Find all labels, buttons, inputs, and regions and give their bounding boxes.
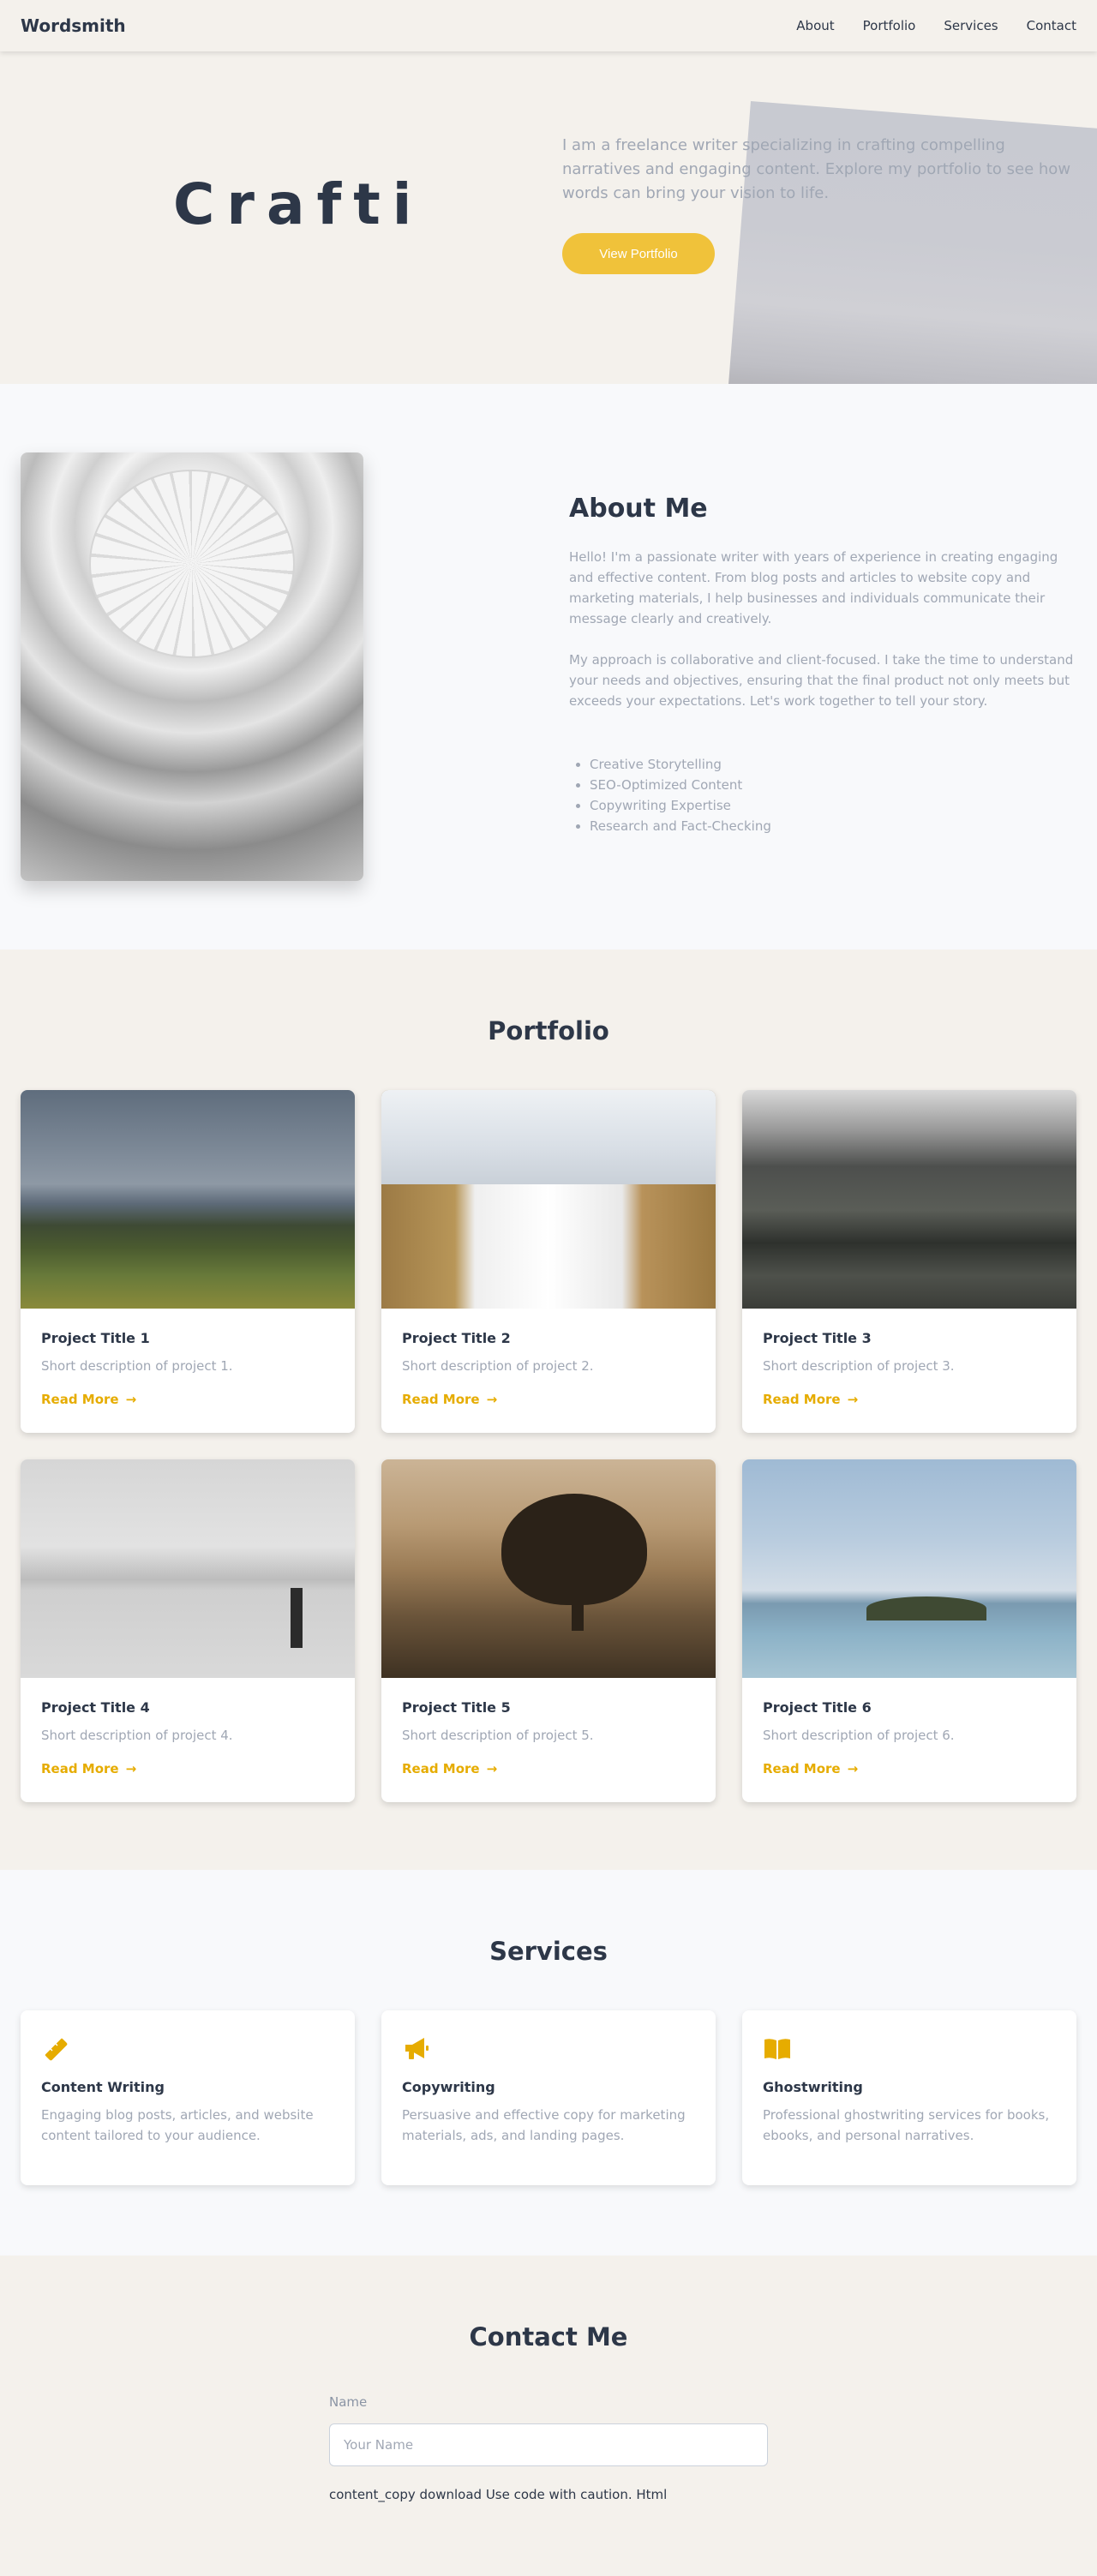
arrow-right-icon: →: [125, 1761, 137, 1776]
contact-title: Contact Me: [469, 2322, 628, 2351]
read-more-link[interactable]: Read More →: [402, 1761, 497, 1776]
top-navbar: Wordsmith About Portfolio Services Conta…: [0, 0, 1097, 51]
nav-link-contact[interactable]: Contact: [1027, 18, 1076, 33]
project-image: [381, 1459, 716, 1678]
read-more-label: Read More: [763, 1761, 841, 1776]
name-label: Name: [329, 2394, 368, 2410]
read-more-label: Read More: [41, 1761, 119, 1776]
project-description: Short description of project 6.: [763, 1728, 955, 1743]
list-item: Creative Storytelling: [590, 754, 771, 775]
read-more-link[interactable]: Read More →: [41, 1761, 136, 1776]
portfolio-card-6[interactable]: Project Title 6 Short description of pro…: [742, 1459, 1076, 1802]
hero-section: Crafti I am a freelance writer specializ…: [0, 51, 1097, 384]
hero-title: Crafti: [173, 171, 424, 237]
project-title: Project Title 6: [763, 1699, 872, 1716]
brand-logo[interactable]: Wordsmith: [21, 15, 126, 36]
megaphone-icon: [405, 2038, 429, 2059]
service-description: Persuasive and effective copy for market…: [402, 2107, 686, 2143]
read-more-link[interactable]: Read More →: [402, 1392, 497, 1407]
service-title: Ghostwriting: [763, 2079, 863, 2095]
read-more-label: Read More: [402, 1392, 480, 1407]
project-title: Project Title 2: [402, 1330, 511, 1346]
project-title: Project Title 5: [402, 1699, 511, 1716]
about-section: About Me Hello! I'm a passionate writer …: [0, 384, 1097, 950]
nav-links: About Portfolio Services Contact: [796, 18, 1076, 33]
arrow-right-icon: →: [847, 1392, 859, 1407]
project-title: Project Title 1: [41, 1330, 150, 1346]
arrow-right-icon: →: [486, 1392, 498, 1407]
service-title: Copywriting: [402, 2079, 495, 2095]
project-description: Short description of project 4.: [41, 1728, 233, 1743]
nav-link-services[interactable]: Services: [944, 18, 998, 33]
about-paragraph-2: My approach is collaborative and client-…: [569, 652, 1074, 709]
services-title: Services: [489, 1937, 608, 1966]
about-image: [21, 452, 363, 881]
code-caution-text: content_copy download Use code with caut…: [329, 2487, 668, 2502]
services-section: Services Content Writing Engaging blog p…: [0, 1870, 1097, 2255]
service-title: Content Writing: [41, 2079, 165, 2095]
nav-link-portfolio[interactable]: Portfolio: [863, 18, 916, 33]
project-description: Short description of project 3.: [763, 1358, 955, 1374]
contact-section: Contact Me Name content_copy download Us…: [0, 2255, 1097, 2576]
view-portfolio-button[interactable]: View Portfolio: [562, 233, 715, 274]
portfolio-card-2[interactable]: Project Title 2 Short description of pro…: [381, 1090, 716, 1433]
book-open-icon: [764, 2039, 790, 2059]
arrow-right-icon: →: [486, 1761, 498, 1776]
portfolio-section: Portfolio Project Title 1 Short descript…: [0, 950, 1097, 1870]
service-card-ghostwriting: Ghostwriting Professional ghostwriting s…: [742, 2010, 1076, 2185]
pencil-ruler-icon: [45, 2038, 68, 2061]
project-image: [742, 1090, 1076, 1309]
project-image: [742, 1459, 1076, 1678]
read-more-link[interactable]: Read More →: [763, 1392, 858, 1407]
about-title: About Me: [569, 494, 708, 524]
hero-text: I am a freelance writer specializing in …: [562, 136, 1071, 202]
project-title: Project Title 3: [763, 1330, 872, 1346]
project-image: [381, 1090, 716, 1309]
service-card-content-writing: Content Writing Engaging blog posts, art…: [21, 2010, 355, 2185]
about-skills-list: Creative Storytelling SEO-Optimized Cont…: [590, 754, 771, 836]
project-description: Short description of project 5.: [402, 1728, 594, 1743]
project-image: [21, 1090, 355, 1309]
service-description: Professional ghostwriting services for b…: [763, 2107, 1050, 2143]
read-more-label: Read More: [763, 1392, 841, 1407]
project-description: Short description of project 2.: [402, 1358, 594, 1374]
read-more-link[interactable]: Read More →: [763, 1761, 858, 1776]
name-input[interactable]: [329, 2423, 768, 2466]
arrow-right-icon: →: [125, 1392, 137, 1407]
service-card-copywriting: Copywriting Persuasive and effective cop…: [381, 2010, 716, 2185]
read-more-link[interactable]: Read More →: [41, 1392, 136, 1407]
portfolio-card-4[interactable]: Project Title 4 Short description of pro…: [21, 1459, 355, 1802]
project-title: Project Title 4: [41, 1699, 150, 1716]
portfolio-title: Portfolio: [488, 1016, 609, 1045]
project-image: [21, 1459, 355, 1678]
list-item: Copywriting Expertise: [590, 795, 771, 816]
list-item: SEO-Optimized Content: [590, 775, 771, 795]
arrow-right-icon: →: [847, 1761, 859, 1776]
portfolio-card-1[interactable]: Project Title 1 Short description of pro…: [21, 1090, 355, 1433]
service-description: Engaging blog posts, articles, and websi…: [41, 2107, 314, 2143]
about-paragraph-1: Hello! I'm a passionate writer with year…: [569, 549, 1058, 626]
portfolio-card-5[interactable]: Project Title 5 Short description of pro…: [381, 1459, 716, 1802]
read-more-label: Read More: [402, 1761, 480, 1776]
nav-link-about[interactable]: About: [796, 18, 834, 33]
portfolio-card-3[interactable]: Project Title 3 Short description of pro…: [742, 1090, 1076, 1433]
list-item: Research and Fact-Checking: [590, 816, 771, 836]
project-description: Short description of project 1.: [41, 1358, 233, 1374]
read-more-label: Read More: [41, 1392, 119, 1407]
